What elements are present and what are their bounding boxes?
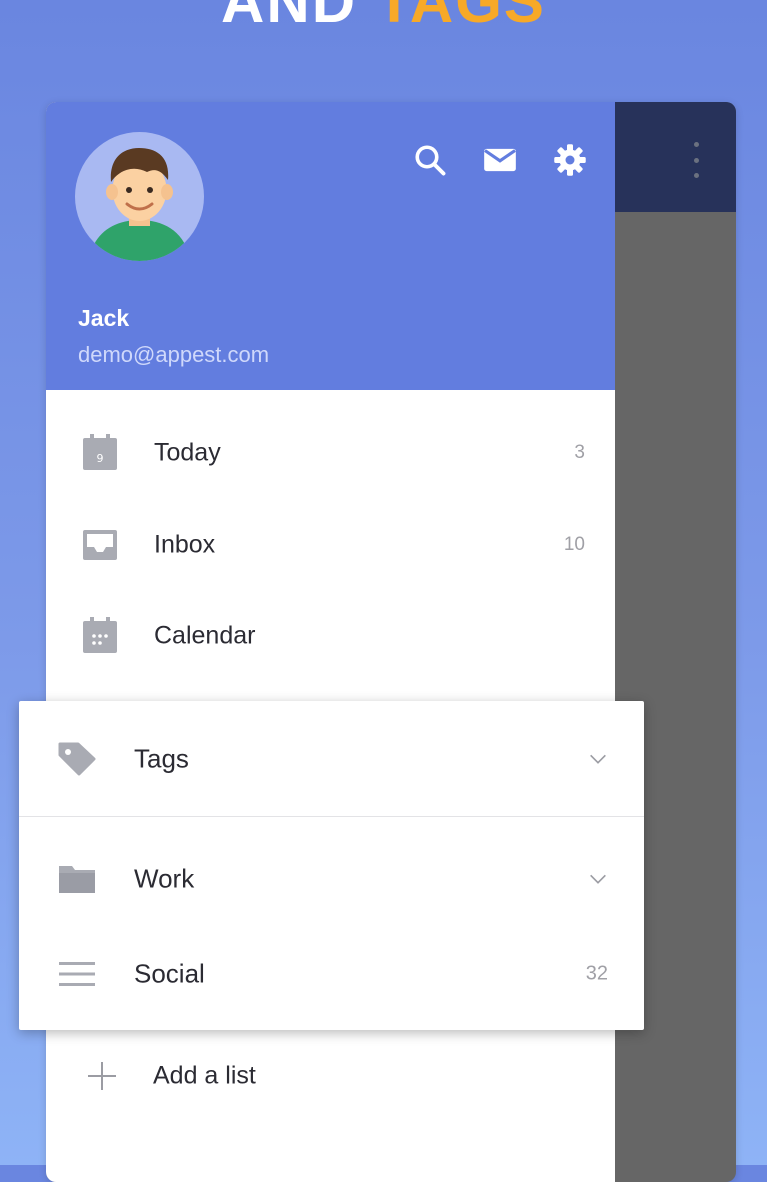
nav-item-inbox[interactable]: Inbox 10 — [46, 505, 615, 585]
row-label: Tags — [134, 743, 189, 773]
banner-word-tags: TAGS — [375, 0, 546, 35]
chevron-down-icon[interactable] — [586, 867, 610, 891]
popup-divider — [19, 816, 644, 817]
more-vert-icon[interactable] — [688, 142, 704, 178]
nav-item-calendar[interactable]: Calendar — [46, 596, 615, 676]
nav-item-label: Today — [154, 438, 221, 467]
calendar-day-number: 9 — [97, 452, 104, 465]
avatar[interactable] — [75, 132, 204, 261]
add-list-label: Add a list — [153, 1061, 256, 1090]
nav-item-label: Calendar — [154, 621, 256, 650]
row-work[interactable]: Work — [19, 831, 644, 926]
row-count: 32 — [585, 962, 608, 984]
lists-popup-card: Tags Work Social 32 — [19, 701, 644, 1030]
banner-word-and: AND — [221, 0, 358, 35]
nav-item-count: 3 — [574, 442, 585, 463]
nav-item-count: 10 — [563, 534, 585, 555]
row-tags[interactable]: Tags — [19, 701, 644, 816]
add-list-button[interactable]: Add a list — [46, 1036, 615, 1116]
search-icon[interactable] — [408, 138, 452, 182]
gear-icon[interactable] — [548, 138, 592, 182]
nav-item-today[interactable]: 9 Today 3 — [46, 413, 615, 493]
tag-icon — [55, 737, 99, 781]
nav-item-label: Inbox — [154, 530, 216, 559]
user-email: demo@appest.com — [78, 342, 270, 367]
mail-icon[interactable] — [478, 138, 522, 182]
chevron-down-icon[interactable] — [586, 747, 610, 771]
row-social[interactable]: Social 32 — [19, 926, 644, 1021]
row-label: Social — [134, 958, 205, 988]
calendar-day-icon: 9 — [80, 433, 120, 473]
plus-icon — [82, 1056, 122, 1096]
row-label: Work — [134, 863, 195, 893]
folder-icon — [55, 857, 99, 901]
list-icon — [55, 952, 99, 996]
user-name: Jack — [78, 305, 130, 331]
banner-heading: AND TAGS — [0, 0, 767, 32]
inbox-icon — [80, 525, 120, 565]
calendar-icon — [80, 616, 120, 656]
drawer-header: Jack demo@appest.com — [46, 102, 615, 390]
